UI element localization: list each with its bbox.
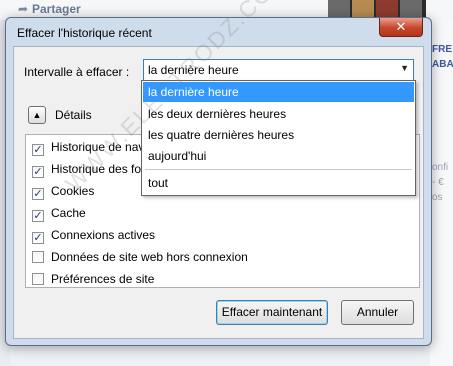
option-last-two-hours[interactable]: les deux dernières heures — [143, 104, 414, 124]
checkbox[interactable]: ✓ — [32, 232, 44, 244]
interval-dropdown-list: la dernière heure les deux dernières heu… — [141, 80, 416, 196]
interval-label: Intervalle à effacer : — [24, 65, 130, 79]
cancel-button[interactable]: Annuler — [341, 300, 414, 325]
checkbox[interactable]: ✓ — [32, 166, 44, 178]
dropdown-separator — [145, 169, 412, 170]
option-today[interactable]: aujourd'hui — [143, 146, 414, 166]
checkbox[interactable]: ✓ — [32, 210, 44, 222]
list-item-active-logins[interactable]: ✓ Connexions actives — [32, 228, 155, 244]
chevron-up-icon: ▲ — [32, 110, 42, 120]
chevron-down-icon[interactable]: ▼ — [400, 63, 409, 73]
share-arrow-icon: ➦ — [18, 2, 29, 16]
checkbox[interactable] — [32, 251, 44, 263]
dialog-title: Effacer l'historique récent — [17, 26, 152, 40]
clear-now-button[interactable]: Effacer maintenant — [216, 300, 328, 325]
list-item-offline-data[interactable]: Données de site web hors connexion — [32, 250, 248, 266]
background-thumbnails — [328, 0, 426, 18]
checkbox[interactable]: ✓ — [32, 144, 44, 156]
details-label[interactable]: Détails — [55, 108, 92, 122]
close-button[interactable]: ✕ — [379, 18, 423, 37]
checkbox[interactable]: ✓ — [32, 188, 44, 200]
option-last-four-hours[interactable]: les quatre dernières heures — [143, 125, 414, 145]
list-item-cache[interactable]: ✓ Cache — [32, 206, 86, 222]
checkbox[interactable] — [32, 273, 44, 285]
details-toggle-button[interactable]: ▲ — [28, 106, 46, 124]
background-share-link[interactable]: Partager — [32, 2, 81, 16]
list-item-site-preferences[interactable]: Préférences de site — [32, 272, 154, 288]
background-side-gray: onfi - € os — [432, 162, 449, 203]
option-everything[interactable]: tout — [143, 173, 414, 193]
background-side-text: FRE ABA — [432, 44, 453, 70]
